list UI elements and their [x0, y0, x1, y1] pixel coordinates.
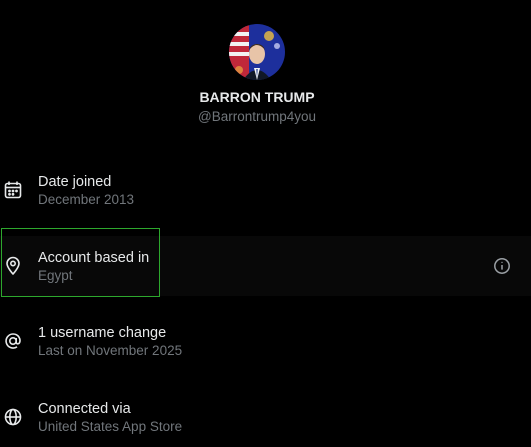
row-subtitle: Egypt	[38, 268, 73, 283]
username-handle: @Barrontrump4you	[197, 109, 316, 124]
row-connected-via: Connected via United States App Store	[0, 387, 531, 447]
at-sign-icon	[3, 331, 23, 351]
location-pin-icon	[3, 256, 23, 276]
row-title: Date joined	[38, 174, 112, 190]
avatar[interactable]	[229, 24, 285, 80]
calendar-icon	[3, 180, 23, 200]
row-subtitle: Last on November 2025	[38, 343, 183, 358]
globe-icon	[3, 407, 23, 427]
row-account-based-in[interactable]: Account based in Egypt	[0, 236, 531, 296]
row-subtitle: United States App Store	[38, 419, 183, 434]
row-date-joined: Date joined December 2013	[0, 160, 531, 220]
display-name: BARRON TRUMP	[199, 89, 315, 105]
row-username-change: 1 username change Last on November 2025	[0, 311, 531, 371]
row-title: Connected via	[38, 401, 131, 417]
row-title: Account based in	[38, 250, 150, 266]
row-title: 1 username change	[38, 325, 167, 341]
info-icon[interactable]	[493, 257, 511, 275]
row-subtitle: December 2013	[38, 192, 135, 207]
profile-header: BARRON TRUMP @Barrontrump4you	[0, 0, 531, 150]
